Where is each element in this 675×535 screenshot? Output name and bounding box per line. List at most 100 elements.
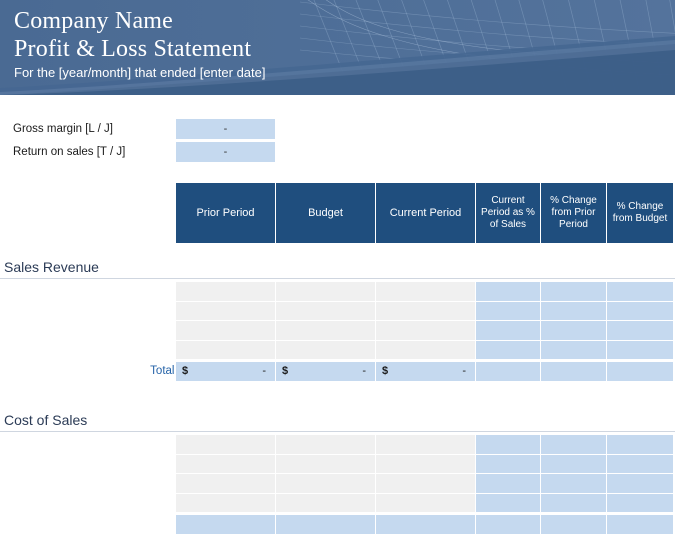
- calculated-cell: [541, 474, 606, 493]
- data-input-cell[interactable]: [176, 435, 275, 454]
- calculated-cell: [607, 474, 673, 493]
- total-cell: [476, 362, 540, 381]
- calculated-cell: [541, 301, 606, 320]
- sales-revenue-table: Product/Service 1Product/Service 2Produc…: [0, 282, 675, 382]
- table-total-row: [0, 515, 675, 535]
- calculated-cell: [607, 340, 673, 359]
- column-header-1[interactable]: Prior Period: [176, 183, 275, 243]
- total-value: -: [462, 365, 466, 377]
- currency-symbol: $: [282, 365, 289, 377]
- data-input-cell[interactable]: [276, 340, 375, 359]
- statement-sheet: Gross margin [L / J] - Return on sales […: [0, 95, 675, 534]
- ratio-summary-block: Gross margin [L / J] - Return on sales […: [0, 119, 675, 165]
- calculated-cell: [541, 435, 606, 454]
- calculated-cell: [541, 282, 606, 301]
- column-header-2[interactable]: Budget: [276, 183, 375, 243]
- calculated-cell: [476, 474, 540, 493]
- total-cell: $ -: [376, 362, 475, 381]
- column-header-3[interactable]: Current Period: [376, 183, 475, 243]
- data-input-cell[interactable]: [376, 321, 475, 340]
- calculated-cell: [541, 340, 606, 359]
- calculated-cell: [607, 301, 673, 320]
- total-cell: $ -: [176, 362, 275, 381]
- data-input-cell[interactable]: [276, 435, 375, 454]
- data-input-cell[interactable]: [376, 282, 475, 301]
- calculated-cell: [476, 454, 540, 473]
- section-title-label: Cost of Sales: [4, 412, 88, 428]
- data-input-cell[interactable]: [176, 493, 275, 512]
- currency-symbol: $: [382, 365, 389, 377]
- calculated-cell: [607, 282, 673, 301]
- calculated-cell: [607, 493, 673, 512]
- table-row: Product/Service 2: [0, 301, 675, 322]
- data-input-cell[interactable]: [276, 454, 375, 473]
- data-input-cell[interactable]: [276, 282, 375, 301]
- table-row: Product/Service 1: [0, 435, 675, 455]
- calculated-cell: [607, 435, 673, 454]
- calculated-cell: [476, 282, 540, 301]
- gross-margin-value[interactable]: -: [176, 119, 275, 139]
- column-header-5[interactable]: % Change from Prior Period: [541, 183, 606, 243]
- ratio-row: Gross margin [L / J] -: [0, 119, 675, 139]
- total-cell: [276, 515, 375, 534]
- data-input-cell[interactable]: [276, 474, 375, 493]
- calculated-cell: [476, 435, 540, 454]
- currency-symbol: $: [182, 365, 189, 377]
- total-cell: $ -: [276, 362, 375, 381]
- data-input-cell[interactable]: [376, 340, 475, 359]
- table-row: Product/Service 4: [0, 340, 675, 361]
- data-input-cell[interactable]: [276, 301, 375, 320]
- calculated-cell: [476, 301, 540, 320]
- data-input-cell[interactable]: [176, 340, 275, 359]
- data-input-cell[interactable]: [376, 454, 475, 473]
- total-value: -: [262, 365, 266, 377]
- data-input-cell[interactable]: [276, 321, 375, 340]
- table-column-headers: Prior Period Budget Current Period Current …: [0, 183, 675, 243]
- calculated-cell: [541, 493, 606, 512]
- data-input-cell[interactable]: [276, 493, 375, 512]
- document-header-banner: Company Name Profit & Loss Statement For…: [0, 0, 675, 95]
- column-header-4[interactable]: Current Period as % of Sales: [476, 183, 540, 243]
- total-cell: [376, 515, 475, 534]
- data-input-cell[interactable]: [376, 435, 475, 454]
- calculated-cell: [541, 454, 606, 473]
- total-cell: [176, 515, 275, 534]
- calculated-cell: [476, 493, 540, 512]
- document-subtitle: For the [year/month] that ended [enter d…: [14, 65, 266, 80]
- banner-title-block: Company Name Profit & Loss Statement For…: [14, 8, 266, 82]
- ratio-row: Return on sales [T / J] -: [0, 142, 675, 162]
- return-on-sales-label: Return on sales [T / J]: [13, 146, 126, 158]
- company-name: Company Name: [14, 8, 174, 34]
- total-cell: [541, 362, 606, 381]
- table-row: Product/Service 3: [0, 474, 675, 494]
- data-input-cell[interactable]: [176, 321, 275, 340]
- return-on-sales-value[interactable]: -: [176, 142, 275, 162]
- calculated-cell: [541, 321, 606, 340]
- total-cell: [476, 515, 540, 534]
- data-input-cell[interactable]: [376, 301, 475, 320]
- total-value: -: [362, 365, 366, 377]
- column-header-6[interactable]: % Change from Budget: [607, 183, 673, 243]
- section-title-label: Sales Revenue: [4, 259, 99, 275]
- data-input-cell[interactable]: [176, 282, 275, 301]
- total-cell: [607, 362, 673, 381]
- table-row: Product/Service 2: [0, 454, 675, 475]
- table-total-row: Total Sales Revenue [J]$-$-$-: [0, 362, 675, 382]
- section-title-cost-of-sales: Cost of Sales: [0, 410, 675, 432]
- data-input-cell[interactable]: [176, 474, 275, 493]
- total-cell: [541, 515, 606, 534]
- data-input-cell[interactable]: [376, 493, 475, 512]
- table-row: Product/Service 3: [0, 321, 675, 341]
- calculated-cell: [607, 454, 673, 473]
- data-input-cell[interactable]: [176, 454, 275, 473]
- calculated-cell: [476, 340, 540, 359]
- data-input-cell[interactable]: [176, 301, 275, 320]
- document-title: Profit & Loss Statement: [14, 36, 252, 62]
- table-row: Product/Service 1: [0, 282, 675, 302]
- section-title-sales-revenue: Sales Revenue: [0, 257, 675, 279]
- data-input-cell[interactable]: [376, 474, 475, 493]
- calculated-cell: [476, 321, 540, 340]
- gross-margin-label: Gross margin [L / J]: [13, 123, 113, 135]
- calculated-cell: [607, 321, 673, 340]
- table-row: Product/Service 4: [0, 493, 675, 514]
